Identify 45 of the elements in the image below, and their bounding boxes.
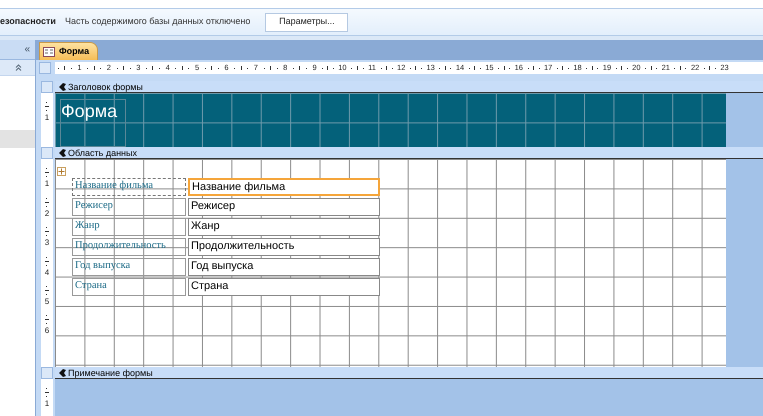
pointer-icon [58, 82, 66, 90]
document-tab[interactable]: Форма [39, 42, 98, 60]
text-box[interactable]: Режисер [188, 198, 380, 216]
field-label[interactable]: Страна [72, 278, 186, 296]
double-chevron-up-icon[interactable] [15, 64, 22, 71]
section-selector[interactable] [41, 147, 53, 159]
message-text: Часть содержимого базы данных отключено [64, 15, 250, 28]
message-title: езопасности [0, 15, 56, 28]
field-label[interactable]: Режисер [72, 198, 186, 216]
section-selector[interactable] [41, 81, 53, 93]
pointer-icon [58, 368, 66, 376]
text-box[interactable]: Страна [188, 278, 380, 296]
field-label[interactable]: Год выпуска [72, 258, 186, 276]
section-title: Область данных [68, 148, 137, 158]
field-label[interactable]: Продолжительность [72, 238, 186, 256]
collapse-button[interactable]: « [24, 44, 30, 54]
tab-label: Форма [59, 44, 90, 58]
ruler-number: 6 [44, 327, 50, 336]
ruler-number: 1 [44, 114, 50, 122]
section-title: Примечание формы [68, 368, 153, 378]
form-heading: Форма [60, 99, 126, 147]
text-box[interactable]: Год выпуска [188, 258, 380, 276]
ruler-number: 2 [44, 210, 50, 218]
section-bar[interactable]: Область данных [55, 147, 763, 159]
form-icon [43, 46, 55, 56]
field-label[interactable]: Название фильма [72, 178, 186, 196]
ruler-number: 5 [44, 298, 50, 306]
nav-item[interactable] [0, 130, 35, 148]
section-title: Заголовок формы [68, 82, 143, 92]
text-box[interactable]: Продолжительность [188, 238, 380, 256]
text-box[interactable]: Жанр [188, 218, 380, 236]
ruler-number: 3 [44, 239, 50, 248]
ruler-corner[interactable] [39, 62, 51, 74]
text-box[interactable]: Название фильма [188, 178, 380, 196]
pointer-icon [58, 148, 66, 156]
ruler-number: 4 [44, 268, 50, 277]
options-button[interactable]: Параметры... [265, 12, 348, 32]
ruler-number: 1 [44, 400, 50, 408]
section-bar[interactable]: Примечание формы [55, 367, 763, 379]
ruler-number: 1 [44, 180, 50, 188]
section-selector[interactable] [41, 367, 53, 379]
field-label[interactable]: Жанр [72, 218, 186, 236]
empty-area [726, 93, 763, 147]
move-handle-icon[interactable] [57, 167, 66, 176]
section-bar[interactable]: Заголовок формы [55, 81, 763, 93]
